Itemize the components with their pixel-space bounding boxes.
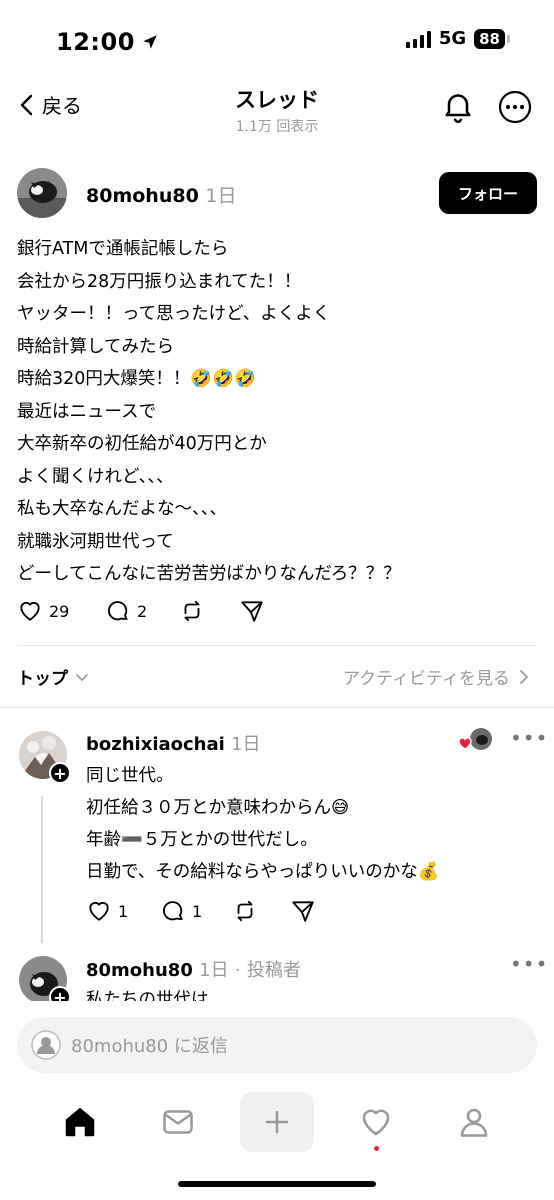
reply2-age: 1日 [199,960,229,981]
chevron-right-icon [520,669,529,684]
post-line: 私も大卒なんだよな〜、、、 [17,499,227,519]
reply2-clip: + 80mohu80 1日 · 投稿者 ••• 私たちの世代は [0,940,554,1001]
like-button[interactable]: 29 [17,598,105,624]
activity-heart-icon [362,1109,390,1136]
share-button[interactable] [239,598,265,624]
share-icon [292,901,314,922]
like-count: 29 [49,601,70,621]
activity-notification-dot [374,1146,379,1151]
inbox-icon [163,1110,193,1134]
post-line: 時給320円大爆笑！！🤣🤣🤣 [17,369,256,389]
chevron-down-icon [76,673,88,681]
follow-plus-badge[interactable]: + [49,762,71,784]
reply-body: 同じ世代。 初任給３０万とか意味わからん😅 年齢➖５万とかの世代だし。 日勤で、… [86,760,440,888]
comment-count: 2 [137,601,148,621]
post-line: 時給計算してみたら [17,336,174,357]
liked-avatar-icon [458,728,492,750]
post-author-username[interactable]: 80mohu80 1日 [86,181,237,208]
reply-line: 初任給３０万とか意味わからん😅 [86,798,350,818]
profile-icon [460,1108,488,1137]
more-circle-icon [498,90,532,124]
post-line: 銀行ATMで通帳記帳したら [17,239,229,259]
divider [17,645,537,646]
reply-line: 同じ世代。 [86,766,174,786]
comment-button[interactable]: 2 [105,598,179,624]
reply2-more-button[interactable]: ••• [510,952,548,976]
status-time-label: 12:00 [56,28,135,56]
section-separator [0,707,554,708]
thread-line [41,796,43,943]
reply-input[interactable]: 80mohu80 に返信 [17,1017,537,1073]
tab-activity[interactable] [346,1100,406,1144]
battery-level: 88 [474,28,505,49]
activity-label: アクティビティを見る [342,669,510,689]
reply-username[interactable]: bozhixiaochai [86,734,225,755]
reply-age: 1日 [231,734,261,755]
post-line: よく聞くけれど、、、 [17,466,174,487]
follow-plus-badge[interactable]: + [49,986,71,1001]
notifications-button[interactable] [440,88,476,128]
sort-dropdown[interactable]: トップ [17,664,90,689]
view-activity-link[interactable]: アクティビティを見る [343,664,530,689]
reply-more-button[interactable]: ••• [510,726,548,750]
post-line: 最近はニュースで [17,401,157,422]
repost-button[interactable] [179,598,239,624]
post-age: 1日 [205,185,237,207]
bell-icon [445,94,471,123]
reply-author-username[interactable]: bozhixiaochai 1日 [86,730,261,756]
liked-by-author-indicator [458,727,494,753]
post-line: 就職氷河期世代って [17,531,174,552]
reply-like-button[interactable]: 1 [86,898,160,924]
reply-input-placeholder: 80mohu80 に返信 [71,1036,228,1057]
network-label: 5G [438,28,467,49]
reply-repost-button[interactable] [232,898,290,924]
reply-like-count: 1 [118,901,129,921]
signal-icon [405,30,431,48]
heart-icon [20,602,40,621]
more-dots-icon: ••• [510,952,549,976]
status-time: 12:00 [56,28,159,56]
post-author-avatar[interactable] [17,168,67,218]
post-actions: 29 2 [17,598,265,624]
post-line: 会社から28万円振り込まれてた！！ [17,271,302,292]
status-indicators: 5G 88 [405,28,510,49]
tab-profile[interactable] [444,1100,504,1144]
home-indicator [178,1181,376,1187]
share-icon [241,601,263,622]
comment-icon [108,601,128,621]
reply-line: 年齢➖５万とかの世代だし。 [86,830,318,850]
reply-line: 日勤で、その給料ならやっぱりいいのかな💰 [86,862,440,882]
comment-icon [163,901,183,921]
location-arrow-icon [143,35,157,49]
reply2-author-username[interactable]: 80mohu80 1日 · 投稿者 [86,956,301,982]
author-tag: 投稿者 [246,960,301,981]
repost-icon [237,900,253,922]
follow-button[interactable]: フォロー [439,172,537,214]
repost-icon [184,600,200,622]
heart-icon [89,902,109,921]
tab-home[interactable] [50,1100,110,1144]
reply2-username[interactable]: 80mohu80 [86,960,193,981]
post-line: どーしてこんなに苦労苦労ばかりなんだろ？？？ [17,564,401,584]
profile-avatar-icon [31,1030,61,1060]
reply-actions: 1 1 [86,898,316,924]
tab-inbox[interactable] [148,1100,208,1144]
reply-share-button[interactable] [290,898,316,924]
plus-icon [265,1110,289,1134]
reply2-body: 私たちの世代は [86,990,209,1001]
post-body: 銀行ATMで通帳記帳したら 会社から28万円振り込まれてた！！ ヤッター！！って… [17,233,537,591]
more-dots-icon: ••• [510,726,549,750]
post-username[interactable]: 80mohu80 [86,185,199,207]
home-icon [65,1107,95,1137]
more-options-button[interactable] [497,89,533,129]
create-post-button[interactable] [240,1092,314,1152]
reply-comment-count: 1 [192,901,203,921]
battery-icon: 88 [474,28,510,49]
reply-comment-button[interactable]: 1 [160,898,232,924]
post-line: ヤッター！！って思ったけど、よくよく [17,304,331,324]
sort-label: トップ [17,669,68,689]
post-line: 大卒新卒の初任給が40万円とか [17,434,267,454]
